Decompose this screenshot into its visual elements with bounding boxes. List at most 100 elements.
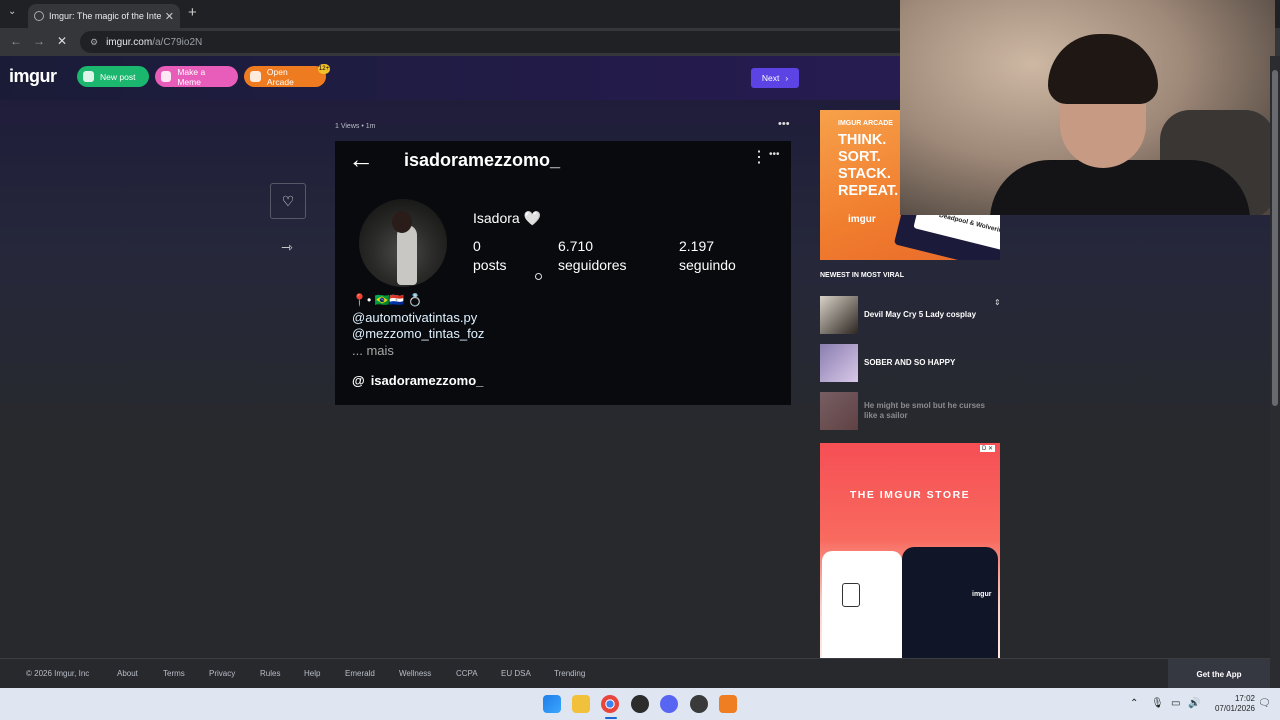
page-scrollbar[interactable]	[1270, 56, 1280, 688]
notification-icon[interactable]: 🗨	[1258, 698, 1271, 709]
ig-username: isadoramezzomo_	[404, 150, 561, 170]
discord-icon[interactable]	[660, 695, 678, 713]
volume-icon[interactable]: 🔊	[1188, 698, 1200, 709]
tray-chevron-icon[interactable]: ⌃	[1130, 698, 1138, 709]
address-bar[interactable]: ⚙ imgur.com/a/C79io2N	[80, 31, 910, 53]
share-arrow-icon: ⇾	[281, 239, 293, 255]
viral-title-text: Devil May Cry 5 Lady cosplay	[864, 310, 977, 319]
make-meme-label: Make a Meme	[177, 66, 206, 87]
open-arcade-button[interactable]: Open Arcade	[244, 66, 326, 87]
microphone-icon[interactable]: 🎙	[1151, 698, 1164, 709]
footer-link-rules[interactable]: Rules	[260, 669, 280, 678]
arcade-ad-brand: imgur	[848, 214, 876, 225]
close-tab-icon[interactable]: ✕	[165, 10, 174, 23]
arcade-ad-label: IMGUR ARCADE	[838, 120, 893, 127]
new-post-label: New post	[100, 71, 136, 82]
webcam-overlay	[900, 0, 1275, 215]
ig-mention-2: @mezzomo_tintas_foz	[352, 326, 485, 341]
viral-item[interactable]: He might be smol but he curses like a sa…	[820, 392, 1000, 430]
footer-link-ccpa[interactable]: CCPA	[456, 669, 478, 678]
meme-icon	[161, 71, 172, 82]
forward-icon[interactable]: →	[33, 34, 45, 48]
next-button[interactable]: Next ›	[751, 68, 799, 88]
site-info-icon[interactable]: ⚙	[90, 37, 98, 48]
new-tab-button[interactable]: +	[188, 4, 197, 21]
white-tshirt	[822, 551, 902, 658]
kebab-menu-icon: ⋮	[751, 149, 767, 166]
chevron-right-icon: ›	[785, 73, 789, 83]
start-icon[interactable]	[543, 695, 561, 713]
arcade-ad-headline: THINK. SORT. STACK. REPEAT.	[838, 132, 899, 199]
ig-mention-1: @automotivatintas.py	[352, 310, 478, 325]
illustrator-icon[interactable]	[719, 695, 737, 713]
viral-title-text: He might be smol but he curses like a sa…	[864, 401, 985, 420]
store-ad[interactable]: D ✕ THE IMGUR STORE imgur	[820, 443, 1000, 658]
url-host: imgur.com	[106, 36, 153, 48]
network-icon[interactable]: ▭	[1171, 698, 1180, 709]
windows-taskbar: ⌃ 🎙 ▭ 🔊 17:02 07/01/2026 🗨	[0, 688, 1280, 720]
get-app-button[interactable]: Get the App	[1168, 659, 1270, 689]
share-button[interactable]: ⇾	[281, 239, 293, 256]
footer-link-privacy[interactable]: Privacy	[209, 669, 235, 678]
make-meme-button[interactable]: Make a Meme	[155, 66, 238, 87]
ad-choices-icon[interactable]: D ✕	[980, 445, 996, 452]
viral-section-title: NEWEST IN MOST VIRAL	[820, 272, 904, 279]
next-label: Next	[761, 73, 780, 83]
threads-icon: @	[352, 373, 365, 388]
post-image[interactable]: ← isadoramezzomo_ ⋮ ••• Isadora 🤍 0 post…	[335, 141, 791, 405]
arcade-badge: 12+	[318, 64, 330, 74]
loading-icon	[34, 11, 44, 21]
footer-link-help[interactable]: Help	[304, 669, 320, 678]
black-tshirt: imgur	[902, 547, 998, 658]
system-clock[interactable]: 17:02 07/01/2026	[1205, 694, 1255, 714]
tab-search-icon[interactable]: ⌄	[8, 6, 16, 17]
url-path: /a/C79io2N	[152, 36, 203, 48]
chrome-icon[interactable]	[601, 695, 619, 713]
ig-stat-following: 2.197 seguindo	[679, 238, 736, 273]
footer-link-eudsa[interactable]: EU DSA	[501, 669, 531, 678]
ig-bio-line: 📍• 🇧🇷🇵🇾 💍	[352, 293, 423, 307]
ig-display-name: Isadora 🤍	[473, 210, 542, 226]
viral-item[interactable]: SOBER AND SO HAPPY	[820, 344, 1000, 382]
app-icon[interactable]	[690, 695, 708, 713]
ig-more-link: ... mais	[352, 343, 394, 358]
footer-copyright: © 2026 Imgur, Inc	[26, 669, 90, 678]
footer-link-emerald[interactable]: Emerald	[345, 669, 375, 678]
footer-link-trending[interactable]: Trending	[554, 669, 585, 678]
gamepad-icon	[250, 71, 261, 82]
imgur-logo[interactable]: imgur	[9, 66, 57, 87]
open-arcade-label: Open Arcade	[266, 66, 294, 87]
page-footer: © 2026 Imgur, Inc About Terms Privacy Ru…	[0, 658, 1270, 689]
store-ad-title: THE IMGUR STORE	[849, 489, 971, 501]
viral-item[interactable]: Devil May Cry 5 Lady cosplay	[820, 296, 1000, 334]
post-meta: 1 Views • 1m	[335, 123, 376, 130]
viral-title-text: SOBER AND SO HAPPY	[864, 358, 956, 367]
viral-thumbnail	[820, 344, 858, 382]
post-options-icon[interactable]: •••	[778, 118, 790, 130]
back-arrow-icon: ←	[348, 144, 374, 174]
ellipsis-icon: •••	[769, 149, 780, 160]
favorite-button[interactable]: ♡	[270, 183, 306, 219]
file-explorer-icon[interactable]	[572, 695, 590, 713]
footer-link-wellness[interactable]: Wellness	[399, 669, 431, 678]
ig-avatar	[359, 199, 447, 287]
plus-icon	[83, 71, 94, 82]
mouse-cursor	[535, 273, 542, 280]
obs-icon[interactable]	[631, 695, 649, 713]
active-app-indicator	[605, 717, 617, 719]
scrollbar-thumb[interactable]	[1272, 70, 1278, 406]
footer-link-terms[interactable]: Terms	[163, 669, 185, 678]
tab-title: Imgur: The magic of the Interne	[49, 11, 161, 21]
heart-icon: ♡	[281, 192, 295, 209]
back-icon[interactable]: ←	[10, 34, 22, 48]
footer-link-about[interactable]: About	[117, 669, 138, 678]
stop-icon[interactable]: ✕	[57, 34, 67, 48]
viral-thumbnail	[820, 392, 858, 430]
ig-stat-posts: 0 posts	[473, 238, 507, 273]
banana-pocket-icon	[842, 583, 860, 607]
browser-tab[interactable]: Imgur: The magic of the Interne ✕	[28, 4, 180, 28]
new-post-button[interactable]: New post	[77, 66, 149, 87]
ig-threads-link: @ isadoramezzomo_	[352, 373, 484, 388]
viral-thumbnail	[820, 296, 858, 334]
scroll-handle-icon[interactable]: ⇕	[994, 298, 1001, 307]
